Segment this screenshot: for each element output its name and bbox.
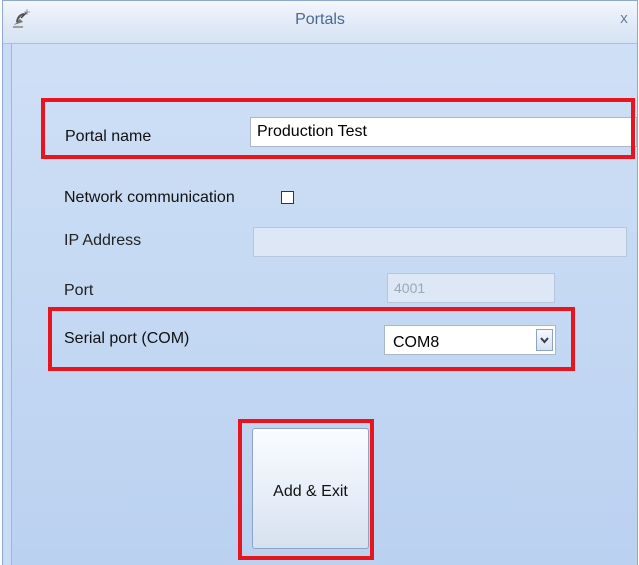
network-communication-label: Network communication [64,189,235,206]
chevron-down-icon [540,337,549,344]
port-input[interactable] [387,273,555,303]
serial-port-label: Serial port (COM) [64,330,190,347]
network-communication-checkbox[interactable] [281,191,294,204]
ip-address-input[interactable] [253,227,627,257]
serial-port-select[interactable]: COM8 [384,325,556,355]
portals-dialog: Portals x Portal name Network communicat… [2,0,638,565]
port-label: Port [64,282,94,299]
close-button[interactable]: x [613,8,635,30]
window-title: Portals [295,11,345,28]
serial-port-value: COM8 [393,334,440,351]
title-bar[interactable]: Portals x [3,1,637,44]
portal-name-label: Portal name [65,128,152,145]
add-exit-button[interactable]: Add & Exit [252,428,369,549]
window-border [3,44,11,565]
portal-name-input[interactable] [250,117,637,147]
dropdown-button[interactable] [536,329,553,351]
ip-address-label: IP Address [64,232,142,249]
dialog-body: Portal name Network communication IP Add… [11,44,637,565]
add-exit-button-label: Add & Exit [273,483,348,500]
